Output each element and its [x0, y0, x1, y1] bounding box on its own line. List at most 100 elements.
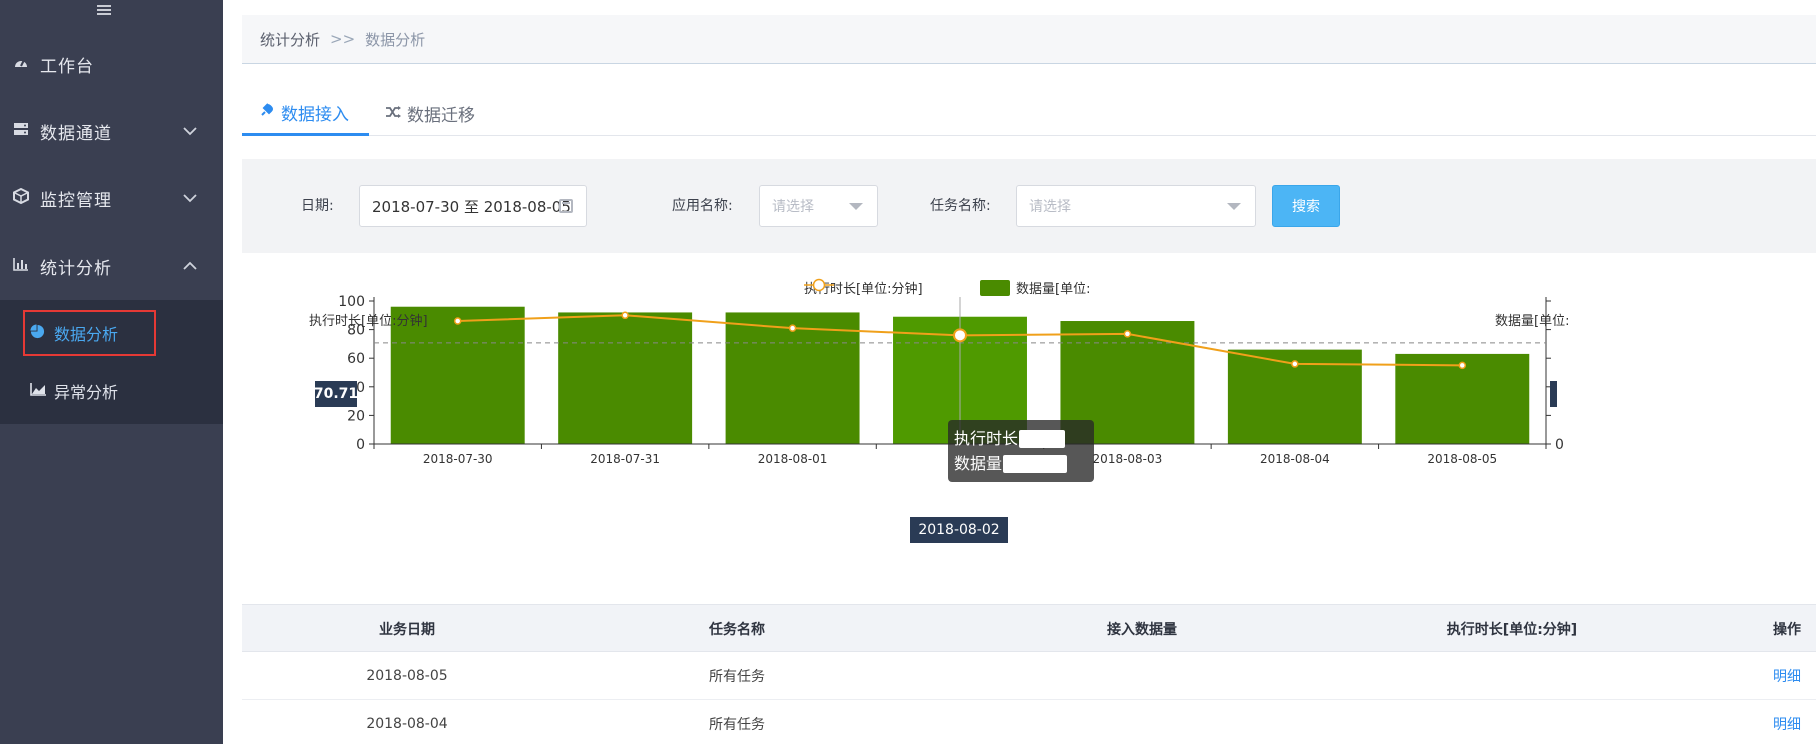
x-tick-label: 2018-08-03: [1093, 452, 1163, 466]
line-point[interactable]: [1291, 360, 1299, 368]
caret-down-icon: [849, 203, 863, 210]
bar-chart-icon: [0, 257, 40, 275]
sidebar-item-label: 数据通道: [40, 123, 112, 144]
column-header-ingest-volume[interactable]: 接入数据量: [1072, 605, 1212, 652]
shuffle-icon: [385, 104, 401, 123]
legend-line-marker: [804, 278, 834, 292]
date-range-input[interactable]: 2018-07-30 至 2018-08-05: [359, 185, 587, 227]
cell-ingest-volume: [1072, 652, 1212, 699]
tooltip-duration-label: 执行时长:: [954, 429, 1024, 448]
area-chart-icon: [30, 382, 54, 400]
sidebar-subitem-label: 数据分析: [54, 325, 119, 344]
axis-pointer-x-label: 2018-08-02: [910, 517, 1008, 543]
breadcrumb-separator: >>: [330, 30, 356, 48]
redacted-value: [1003, 454, 1068, 473]
filter-bar: 日期: 2018-07-30 至 2018-08-05 应用名称: 请选择 任务…: [242, 159, 1816, 253]
dashboard-icon: [0, 55, 40, 73]
x-tick-label: 2018-08-04: [1260, 452, 1330, 466]
axis-pointer-y-label: 70.71: [314, 381, 358, 407]
x-tick-label: 2018-07-31: [590, 452, 660, 466]
line-point[interactable]: [1458, 361, 1467, 370]
statistics-submenu: 数据分析 异常分析: [0, 300, 223, 424]
sidebar-subitem-label: 异常分析: [54, 383, 119, 402]
sidebar-item-label: 监控管理: [40, 190, 112, 211]
line-point[interactable]: [788, 324, 797, 332]
y-tick-label: 100: [338, 294, 365, 310]
line-point[interactable]: [953, 328, 967, 343]
table-header: 业务日期 任务名称 接入数据量 执行时长[单位:分钟] 操作: [242, 604, 1816, 652]
server-icon: [0, 122, 40, 140]
cell-task-name: 所有任务: [709, 716, 765, 733]
menu-toggle-icon[interactable]: [97, 5, 111, 17]
sidebar-item-data-channel[interactable]: 数据通道: [0, 103, 223, 159]
sidebar-item-monitoring[interactable]: 监控管理: [0, 170, 223, 226]
combo-chart: 02040608010002018-07-302018-07-312018-08…: [338, 294, 1564, 466]
app-root: 工作台 数据通道 监控管理 统计分析 数据分析 异常分析 统计分析 >> 数据分…: [0, 0, 1816, 744]
y-axis-right-label: 数据量[单位:: [1495, 314, 1570, 329]
cell-ingest-volume: [1072, 700, 1212, 744]
axis-pointer-y2-label: [1550, 381, 1557, 407]
y2-tick-label: 0: [1555, 437, 1564, 453]
app-name-label: 应用名称:: [672, 198, 733, 214]
bar[interactable]: [558, 312, 693, 444]
cell-biz-date: 2018-08-05: [366, 667, 448, 684]
chevron-up-icon: [183, 261, 197, 270]
detail-link[interactable]: 明细: [1762, 652, 1812, 699]
sidebar-item-label: 统计分析: [40, 258, 112, 279]
y-axis-left-label: 执行时长[单位:分钟]: [309, 314, 428, 329]
sidebar: 工作台 数据通道 监控管理 统计分析 数据分析 异常分析: [0, 0, 223, 744]
plug-icon: [259, 102, 275, 122]
date-label: 日期:: [301, 198, 334, 214]
chart-area: 02040608010002018-07-302018-07-312018-08…: [242, 268, 1816, 558]
cell-task-name: 所有任务: [709, 668, 765, 685]
app-name-placeholder: 请选择: [772, 199, 814, 215]
task-name-label: 任务名称:: [930, 198, 991, 214]
sidebar-subitem-data-analysis[interactable]: 数据分析: [0, 310, 223, 356]
legend-label: 数据量[单位:: [1016, 282, 1091, 297]
legend-item-volume[interactable]: 数据量[单位:: [980, 278, 1090, 297]
y-tick-label: 20: [347, 408, 365, 424]
cell-biz-date: 2018-08-04: [366, 715, 448, 732]
sidebar-subitem-anomaly-analysis[interactable]: 异常分析: [0, 368, 223, 414]
chevron-down-icon: [183, 127, 197, 136]
x-tick-label: 2018-08-05: [1427, 452, 1497, 466]
x-tick-label: 2018-08-01: [758, 452, 828, 466]
redacted-value: [1019, 429, 1066, 448]
pie-chart-icon: [30, 323, 54, 343]
tab-bar: 数据接入 数据迁移: [242, 91, 1816, 136]
sidebar-item-workbench[interactable]: 工作台: [0, 36, 223, 92]
bar[interactable]: [725, 312, 860, 444]
cell-duration: [1412, 652, 1612, 699]
column-header-duration[interactable]: 执行时长[单位:分钟]: [1412, 605, 1612, 652]
line-point[interactable]: [1123, 330, 1132, 338]
cell-duration: [1412, 700, 1612, 744]
legend-item-duration[interactable]: 执行时长[单位:分钟]: [804, 278, 923, 297]
column-header-task-name[interactable]: 任务名称: [572, 605, 902, 652]
table-row: 2018-08-04 所有任务 明细: [242, 700, 1816, 744]
line-point[interactable]: [621, 311, 629, 320]
tab-label: 数据迁移: [407, 106, 475, 126]
line-point[interactable]: [453, 317, 462, 325]
y-tick-label: 60: [347, 351, 365, 367]
table-row: 2018-08-05 所有任务 明细: [242, 652, 1816, 700]
breadcrumb-parent[interactable]: 统计分析: [260, 29, 320, 50]
task-name-select[interactable]: 请选择: [1016, 185, 1256, 227]
tooltip-volume-label: 数据量:: [954, 454, 1008, 473]
breadcrumb-current: 数据分析: [365, 30, 426, 49]
tab-data-access[interactable]: 数据接入: [242, 91, 369, 136]
tab-data-migrate[interactable]: 数据迁移: [385, 91, 475, 136]
calendar-icon: [559, 199, 573, 213]
tab-label: 数据接入: [281, 104, 349, 125]
sidebar-item-statistics[interactable]: 统计分析: [0, 238, 223, 294]
task-name-placeholder: 请选择: [1029, 199, 1071, 215]
caret-down-icon: [1227, 203, 1241, 210]
y-tick-label: 0: [356, 437, 365, 453]
sidebar-item-label: 工作台: [40, 56, 94, 77]
column-header-action: 操作: [1773, 621, 1801, 638]
app-name-select[interactable]: 请选择: [759, 185, 878, 227]
legend-bar-marker: [980, 279, 1010, 296]
column-header-biz-date[interactable]: 业务日期: [242, 605, 572, 652]
search-button[interactable]: 搜索: [1272, 185, 1340, 227]
detail-link[interactable]: 明细: [1762, 700, 1812, 744]
chevron-down-icon: [183, 194, 197, 203]
